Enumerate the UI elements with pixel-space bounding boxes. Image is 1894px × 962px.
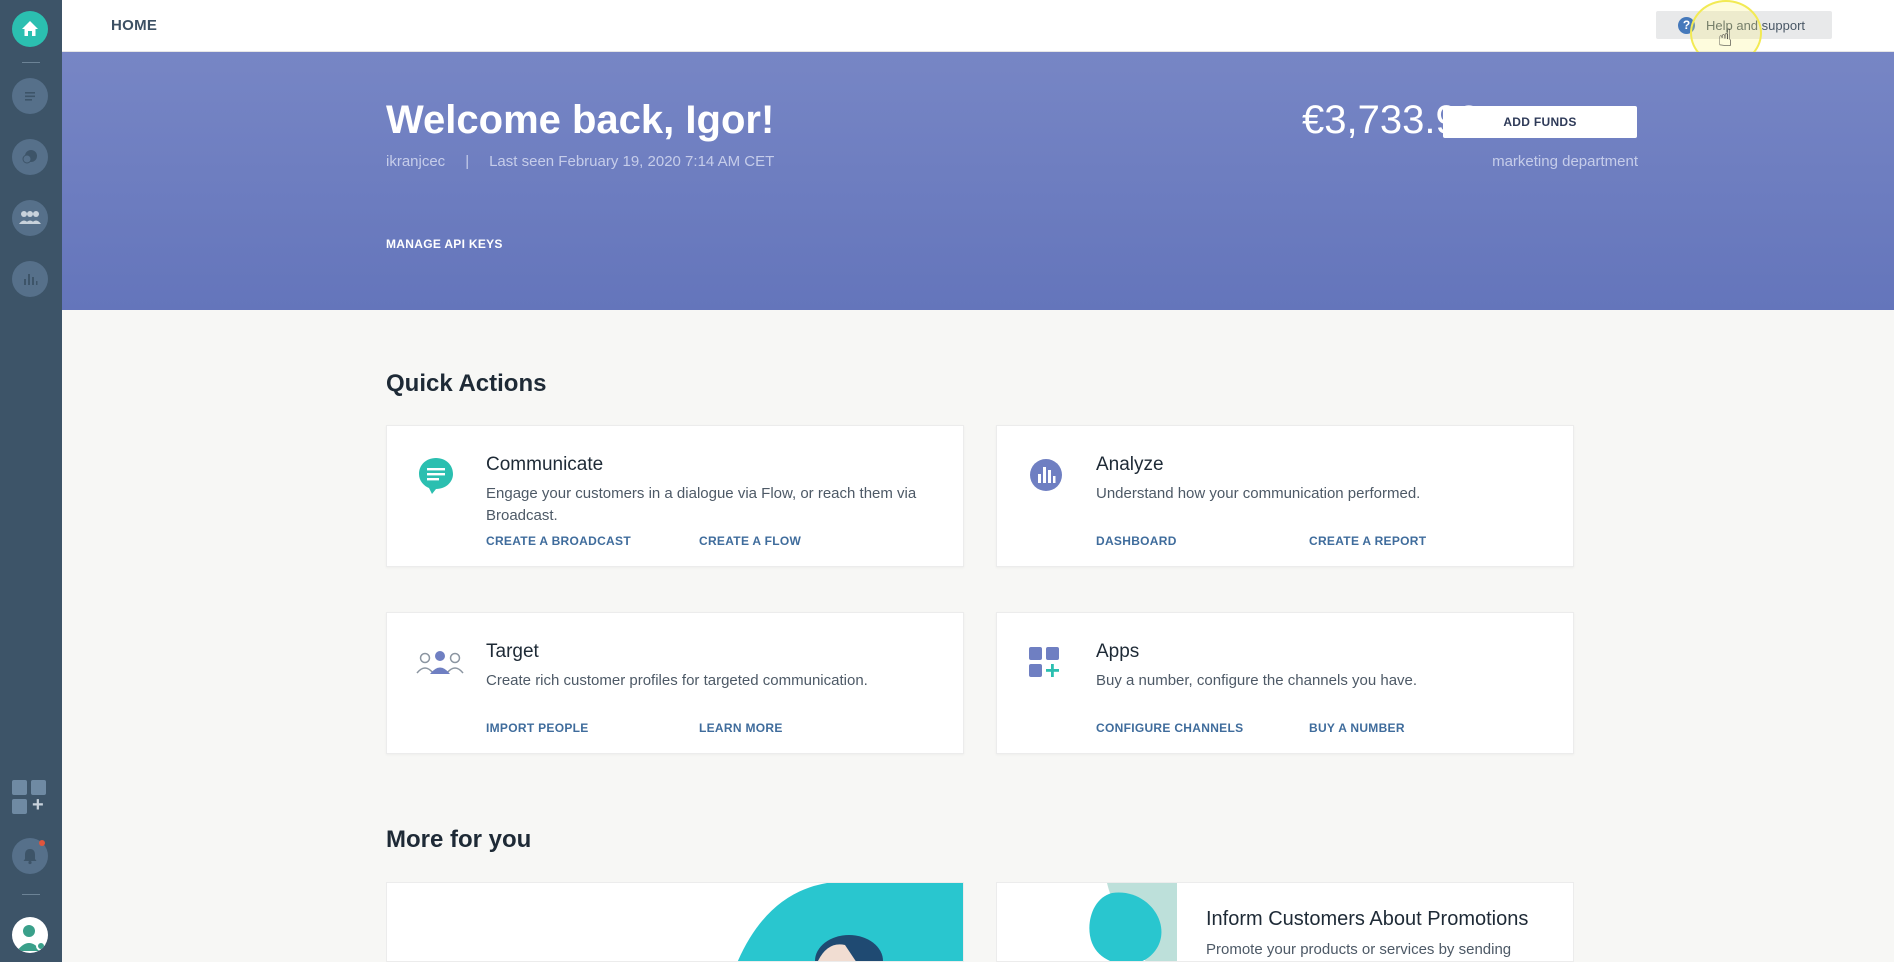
card-description: Create rich customer profiles for target… bbox=[486, 672, 868, 689]
sidebar: + bbox=[0, 0, 62, 962]
promo-card-left[interactable] bbox=[386, 882, 964, 962]
analytics-nav-icon[interactable] bbox=[12, 261, 48, 297]
dashboard-link[interactable]: DASHBOARD bbox=[1096, 534, 1177, 548]
buy-number-link[interactable]: BUY A NUMBER bbox=[1309, 721, 1405, 735]
communicate-card: Communicate Engage your customers in a d… bbox=[386, 425, 964, 567]
top-bar: HOME ? Help and support bbox=[62, 0, 1894, 52]
apps-grid-icon bbox=[1025, 641, 1067, 683]
promo-illustration bbox=[997, 883, 1177, 961]
card-description: Engage your customers in a dialogue via … bbox=[486, 485, 917, 524]
last-seen: Last seen February 19, 2020 7:14 AM CET bbox=[489, 153, 775, 170]
home-icon[interactable] bbox=[12, 11, 48, 47]
conversations-icon[interactable] bbox=[12, 78, 48, 114]
hand-cursor-icon: ☝ bbox=[1718, 25, 1733, 52]
bell-icon[interactable] bbox=[12, 838, 48, 874]
card-title: Analyze bbox=[1096, 454, 1164, 475]
target-card: Target Create rich customer profiles for… bbox=[386, 612, 964, 754]
create-broadcast-link[interactable]: CREATE A BROADCAST bbox=[486, 534, 631, 548]
analyze-card: Analyze Understand how your communicatio… bbox=[996, 425, 1574, 567]
sidebar-divider bbox=[22, 894, 40, 895]
welcome-title: Welcome back, Igor! bbox=[386, 98, 775, 142]
user-avatar[interactable] bbox=[12, 917, 48, 953]
apps-card: Apps Buy a number, configure the channel… bbox=[996, 612, 1574, 754]
card-title: Communicate bbox=[486, 454, 604, 475]
people-nav-icon[interactable] bbox=[12, 200, 48, 236]
card-description: Understand how your communication perfor… bbox=[1096, 485, 1421, 502]
notification-dot bbox=[39, 840, 45, 846]
sidebar-divider bbox=[22, 62, 40, 63]
chat-bubble-icon bbox=[415, 454, 457, 496]
user-meta: ikranjcec | Last seen February 19, 2020 … bbox=[386, 153, 774, 170]
create-flow-link[interactable]: CREATE A FLOW bbox=[699, 534, 801, 548]
promo-description: Promote your products or services by sen… bbox=[1206, 941, 1512, 958]
quick-actions-title: Quick Actions bbox=[386, 370, 547, 397]
chat-icon[interactable] bbox=[12, 139, 48, 175]
add-funds-button[interactable]: ADD FUNDS bbox=[1443, 106, 1637, 138]
card-title: Target bbox=[486, 641, 539, 662]
learn-more-link[interactable]: LEARN MORE bbox=[699, 721, 783, 735]
card-title: Apps bbox=[1096, 641, 1140, 662]
create-report-link[interactable]: CREATE A REPORT bbox=[1309, 534, 1426, 548]
configure-channels-link[interactable]: CONFIGURE CHANNELS bbox=[1096, 721, 1243, 735]
breadcrumb[interactable]: HOME bbox=[111, 17, 157, 34]
meta-separator: | bbox=[465, 153, 470, 170]
promo-illustration bbox=[737, 883, 963, 961]
department-label: marketing department bbox=[1492, 153, 1638, 170]
apps-nav-icon[interactable]: + bbox=[12, 780, 48, 816]
card-description: Buy a number, configure the channels you… bbox=[1096, 672, 1418, 689]
analytics-icon bbox=[1025, 454, 1067, 496]
promo-title[interactable]: Inform Customers About Promotions bbox=[1206, 908, 1528, 931]
more-for-you-title: More for you bbox=[386, 826, 532, 853]
people-icon bbox=[415, 641, 464, 683]
username: ikranjcec bbox=[386, 153, 446, 170]
manage-api-keys-link[interactable]: MANAGE API KEYS bbox=[386, 237, 503, 251]
welcome-banner: Welcome back, Igor! ikranjcec | Last see… bbox=[62, 52, 1894, 310]
import-people-link[interactable]: IMPORT PEOPLE bbox=[486, 721, 589, 735]
